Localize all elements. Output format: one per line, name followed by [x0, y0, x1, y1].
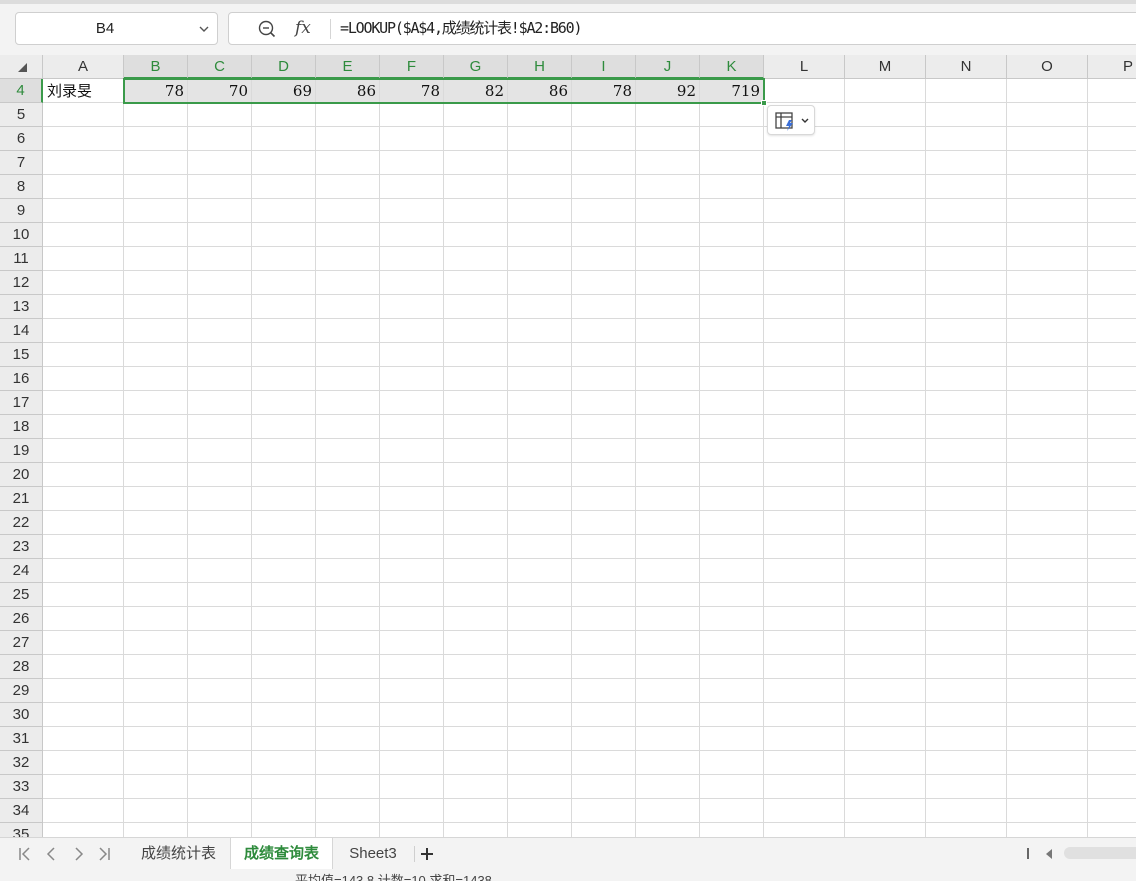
column-gridline	[507, 79, 508, 837]
cell-area[interactable]	[43, 79, 1136, 837]
tab-sheet3[interactable]: Sheet3	[334, 838, 412, 869]
row-header-28[interactable]: 28	[0, 655, 43, 679]
horizontal-scrollbar[interactable]	[1064, 847, 1136, 859]
column-gridline	[315, 79, 316, 837]
row-header-32[interactable]: 32	[0, 751, 43, 775]
column-header-n[interactable]: N	[926, 55, 1007, 79]
row-header-23[interactable]: 23	[0, 535, 43, 559]
zoom-out-icon[interactable]	[257, 19, 277, 39]
row-header-22[interactable]: 22	[0, 511, 43, 535]
column-header-m[interactable]: M	[845, 55, 926, 79]
row-header-9[interactable]: 9	[0, 199, 43, 223]
row-header-29[interactable]: 29	[0, 679, 43, 703]
column-gridline	[844, 79, 845, 837]
column-gridline	[699, 79, 700, 837]
select-all-corner[interactable]	[0, 55, 43, 79]
formula-bar: B4 fx =LOOKUP($A$4,成绩统计表!$A2:B60)	[0, 0, 1136, 55]
cell-a4[interactable]: 刘录旻	[43, 79, 123, 102]
row-header-25[interactable]: 25	[0, 583, 43, 607]
row-header-27[interactable]: 27	[0, 631, 43, 655]
row-header-18[interactable]: 18	[0, 415, 43, 439]
row-header-12[interactable]: 12	[0, 271, 43, 295]
toolbar-edge	[0, 0, 1136, 4]
column-header-p[interactable]: P	[1088, 55, 1136, 79]
row-header-21[interactable]: 21	[0, 487, 43, 511]
name-box-value[interactable]: B4	[16, 13, 194, 44]
row-header-26[interactable]: 26	[0, 607, 43, 631]
column-header-c[interactable]: C	[188, 55, 252, 79]
formula-divider	[330, 19, 331, 39]
column-header-a[interactable]: A	[43, 55, 124, 79]
prev-sheet-icon[interactable]	[41, 844, 61, 864]
column-header-b[interactable]: B	[124, 55, 188, 79]
fill-handle[interactable]	[761, 100, 767, 106]
chevron-down-icon[interactable]	[197, 22, 211, 36]
row-header-24[interactable]: 24	[0, 559, 43, 583]
row-header-5[interactable]: 5	[0, 103, 43, 127]
column-gridline	[251, 79, 252, 837]
scroll-split-handle[interactable]	[1027, 848, 1029, 859]
column-header-f[interactable]: F	[380, 55, 444, 79]
row-header-10[interactable]: 10	[0, 223, 43, 247]
column-gridline	[763, 79, 764, 837]
column-header-k[interactable]: K	[700, 55, 764, 79]
column-gridline	[1087, 79, 1088, 837]
row-header-19[interactable]: 19	[0, 439, 43, 463]
row-header-33[interactable]: 33	[0, 775, 43, 799]
row-header-17[interactable]: 17	[0, 391, 43, 415]
next-sheet-icon[interactable]	[69, 844, 89, 864]
column-header-e[interactable]: E	[316, 55, 380, 79]
column-header-h[interactable]: H	[508, 55, 572, 79]
row-header-31[interactable]: 31	[0, 727, 43, 751]
tab-divider	[414, 846, 415, 862]
column-header-d[interactable]: D	[252, 55, 316, 79]
add-sheet-icon[interactable]	[417, 844, 437, 864]
row-header-11[interactable]: 11	[0, 247, 43, 271]
formula-input[interactable]: fx =LOOKUP($A$4,成绩统计表!$A2:B60)	[228, 12, 1136, 45]
row-header-7[interactable]: 7	[0, 151, 43, 175]
spreadsheet-grid[interactable]: ABCDEFGHIJKLMNOP 4 5 6 7 8 9 10 11 12 13 14 15 16 17 1…	[0, 55, 1136, 837]
row-header-6[interactable]: 6	[0, 127, 43, 151]
tab-成绩统计表[interactable]: 成绩统计表	[128, 838, 229, 869]
fx-icon[interactable]: fx	[295, 16, 319, 40]
row-header-34[interactable]: 34	[0, 799, 43, 823]
row-header-14[interactable]: 14	[0, 319, 43, 343]
column-header-g[interactable]: G	[444, 55, 508, 79]
column-gridline	[1006, 79, 1007, 837]
scroll-left-icon[interactable]	[1044, 848, 1054, 860]
row-header-35[interactable]: 35	[0, 823, 43, 837]
column-header-j[interactable]: J	[636, 55, 700, 79]
last-sheet-icon[interactable]	[95, 844, 115, 864]
column-gridline	[925, 79, 926, 837]
tab-成绩查询表[interactable]: 成绩查询表	[230, 838, 333, 869]
column-gridline	[379, 79, 380, 837]
row-header-16[interactable]: 16	[0, 367, 43, 391]
row-header-8[interactable]: 8	[0, 175, 43, 199]
selection-range-b4-k4	[123, 78, 765, 104]
row-header-15[interactable]: 15	[0, 343, 43, 367]
name-box[interactable]: B4	[15, 12, 218, 45]
status-bar: 平均值=143.8 计数=10 求和=1438	[0, 869, 1136, 881]
row-header-4[interactable]: 4	[0, 79, 43, 103]
column-gridline	[187, 79, 188, 837]
sheet-tab-bar: 成绩统计表 成绩查询表 Sheet3	[0, 837, 1136, 869]
selection-stats: 平均值=143.8 计数=10 求和=1438	[295, 873, 492, 881]
first-sheet-icon[interactable]	[14, 844, 34, 864]
column-gridline	[635, 79, 636, 837]
quick-analysis-button[interactable]	[767, 105, 815, 135]
column-header-o[interactable]: O	[1007, 55, 1088, 79]
row-header-20[interactable]: 20	[0, 463, 43, 487]
formula-text[interactable]: =LOOKUP($A$4,成绩统计表!$A2:B60)	[340, 13, 582, 44]
row-header-30[interactable]: 30	[0, 703, 43, 727]
column-header-l[interactable]: L	[764, 55, 845, 79]
column-header-i[interactable]: I	[572, 55, 636, 79]
quick-analysis-icon	[775, 112, 809, 131]
row-header-13[interactable]: 13	[0, 295, 43, 319]
select-all-triangle-icon	[18, 63, 27, 72]
column-gridline	[123, 79, 124, 837]
column-gridline	[443, 79, 444, 837]
column-gridline	[571, 79, 572, 837]
